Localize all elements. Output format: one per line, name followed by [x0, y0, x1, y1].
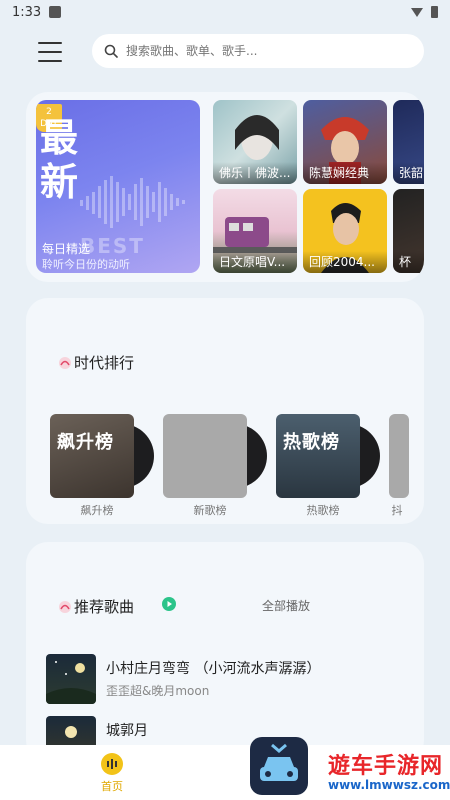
watermark-url: www.lmwwsz.com: [328, 778, 450, 792]
nav-home-tab[interactable]: 首页: [92, 753, 132, 794]
daily-big-text-chars: 最新: [40, 115, 79, 204]
song-row[interactable]: 小村庄月弯弯 （小河流水声潺潺） 歪歪超&晚月moon: [46, 654, 320, 704]
watermark-logo: [250, 737, 308, 795]
playlist-label: 回顾2004...: [303, 251, 387, 273]
chart-cover-text: 飙升榜: [57, 432, 114, 453]
playlist-tile[interactable]: 杯: [393, 189, 424, 273]
charts-title: 时代排行: [74, 354, 135, 372]
nav-home-label: 首页: [101, 780, 123, 793]
playlist-label: 张韶: [393, 162, 424, 184]
app-logo-icon: [59, 600, 71, 613]
playlist-label: 佛乐丨佛波...: [213, 162, 297, 184]
app-logo-icon: [59, 356, 71, 369]
song-thumb: [46, 654, 96, 704]
chart-cover: 飙升榜: [50, 414, 134, 498]
chart-label: 热歌榜: [306, 504, 340, 517]
song-name: 城郭月: [106, 723, 148, 739]
notification-icon: [49, 6, 62, 18]
playlist-tile[interactable]: 陈慧娴经典: [303, 100, 387, 184]
status-icons: [411, 6, 438, 18]
wifi-icon: [411, 7, 423, 17]
chart-label: 飙升榜: [80, 504, 114, 517]
watermark-title: 遊车手游网: [328, 754, 444, 779]
watermark: 遊车手游网 www.lmwwsz.com: [328, 748, 450, 792]
chart-cover: [389, 414, 409, 498]
playlist-tile[interactable]: 佛乐丨佛波...: [213, 100, 297, 184]
chart-cover: 热歌榜: [276, 414, 360, 498]
recommend-section-title: 推荐歌曲: [58, 596, 134, 617]
charts-section-title: 时代排行: [58, 352, 134, 373]
waveform-graphic: [80, 176, 185, 228]
playlist-tile[interactable]: 日文原唱V...: [213, 189, 297, 273]
menu-button[interactable]: [38, 42, 62, 62]
battery-icon: [431, 6, 438, 18]
playlist-tile[interactable]: 回顾2004...: [303, 189, 387, 273]
recommend-title: 推荐歌曲: [74, 598, 135, 616]
recommend-card: 推荐歌曲 全部播放 小村庄月弯弯 （小河流水声潺潺） 歪歪超&晚月moon 城郭…: [26, 542, 424, 762]
featured-card: 2 DAY 最新 BEST 每日精选 聆听今日份的动听 佛乐丨佛波... 陈慧娴…: [26, 92, 424, 282]
song-cover-art: [46, 661, 96, 704]
chart-cover: [163, 414, 247, 498]
daily-subtitle: 聆听今日份的动听: [42, 258, 130, 271]
daily-title: 每日精选: [42, 242, 91, 256]
status-bar: 1:33: [0, 0, 450, 24]
song-name: 小村庄月弯弯 （小河流水声潺潺）: [106, 661, 321, 677]
song-artist: 歪歪超&晚月moon: [106, 684, 210, 698]
playlist-tile[interactable]: 张韶: [393, 100, 424, 184]
playlist-label: 杯: [393, 251, 424, 273]
chart-cover-text: 热歌榜: [283, 432, 340, 453]
playlist-label: 日文原唱V...: [213, 251, 297, 273]
search-input[interactable]: [126, 44, 406, 58]
chart-label: 抖: [391, 504, 403, 517]
play-all-button[interactable]: 全部播放: [262, 597, 310, 614]
search-icon: [104, 44, 118, 58]
charts-card: 时代排行 飙升榜 飙升榜 新歌榜 热歌榜 热歌榜 抖: [26, 298, 424, 524]
song-info: 小村庄月弯弯 （小河流水声潺潺） 歪歪超&晚月moon: [106, 654, 320, 704]
search-bar[interactable]: [92, 34, 424, 68]
car-icon: [260, 743, 298, 781]
playlist-label: 陈慧娴经典: [303, 162, 387, 184]
menu-icon: [38, 42, 62, 44]
daily-picks[interactable]: 2 DAY 最新 BEST 每日精选 聆听今日份的动听: [36, 100, 200, 273]
chart-label: 新歌榜: [193, 504, 227, 517]
status-time: 1:33: [12, 4, 42, 20]
home-icon: [101, 753, 123, 775]
daily-big-text: 最新: [40, 116, 86, 204]
play-circle-icon[interactable]: [162, 597, 176, 611]
